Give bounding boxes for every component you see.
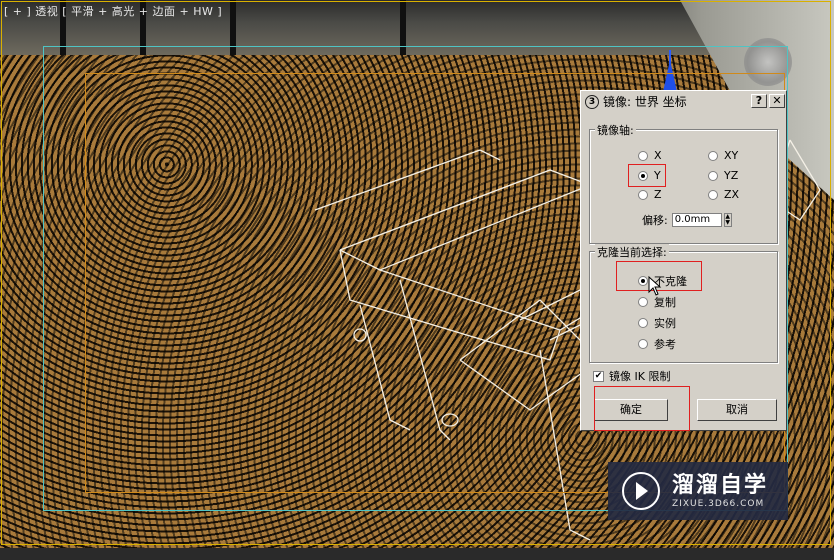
radio-button-selected[interactable] bbox=[638, 276, 648, 286]
mirror-ik-checkbox[interactable]: ✔ bbox=[593, 370, 604, 382]
clone-selection-title: 克隆当前选择: bbox=[595, 244, 669, 260]
radio-label: ZX bbox=[724, 188, 740, 201]
radio-label: 实例 bbox=[654, 317, 676, 330]
radio-reference[interactable]: 参考 bbox=[638, 336, 676, 352]
radio-button[interactable] bbox=[638, 150, 648, 161]
radio-label: X bbox=[654, 149, 662, 162]
radio-axis-xy[interactable]: XY bbox=[708, 149, 738, 162]
viewcube-icon[interactable] bbox=[744, 38, 792, 86]
radio-axis-z[interactable]: Z bbox=[638, 188, 662, 201]
window-post bbox=[400, 0, 406, 55]
radio-button-selected[interactable] bbox=[638, 170, 648, 181]
radio-button[interactable] bbox=[638, 318, 648, 328]
dialog-title: 镜像: 世界 坐标 bbox=[603, 95, 687, 109]
gizmo-z-arrow bbox=[663, 60, 677, 92]
watermark-url: ZIXUE.3D66.COM bbox=[672, 499, 765, 509]
mirror-axis-group: 镜像轴: X Y Z XY YZ ZX 偏移: 0.0mm ▲ ▼ bbox=[589, 122, 778, 244]
radio-axis-zx[interactable]: ZX bbox=[708, 188, 739, 201]
mirror-ik-label: 镜像 IK 限制 bbox=[609, 370, 671, 383]
radio-button[interactable] bbox=[708, 150, 718, 161]
cancel-button[interactable]: 取消 bbox=[697, 399, 777, 421]
radio-axis-y[interactable]: Y bbox=[638, 169, 661, 182]
dialog-titlebar[interactable]: 3 镜像: 世界 坐标 ? ✕ bbox=[583, 93, 785, 110]
radio-button[interactable] bbox=[708, 170, 718, 181]
radio-label: 参考 bbox=[654, 338, 676, 351]
mouse-cursor-icon bbox=[648, 276, 662, 296]
status-bar bbox=[0, 548, 834, 560]
radio-label: 复制 bbox=[654, 296, 676, 309]
radio-copy[interactable]: 复制 bbox=[638, 294, 676, 310]
offset-input[interactable]: 0.0mm bbox=[671, 213, 722, 227]
radio-instance[interactable]: 实例 bbox=[638, 315, 676, 331]
offset-spinner[interactable]: ▲ ▼ bbox=[723, 213, 732, 227]
ok-button[interactable]: 确定 bbox=[594, 399, 668, 421]
viewport-label[interactable]: [ + ] 透视 [ 平滑 + 高光 + 边面 + HW ] bbox=[4, 3, 222, 19]
app-icon: 3 bbox=[585, 94, 599, 109]
radio-label: XY bbox=[724, 149, 739, 162]
offset-label: 偏移: bbox=[642, 214, 668, 227]
transform-gizmo[interactable] bbox=[650, 40, 680, 95]
radio-button[interactable] bbox=[708, 189, 718, 200]
radio-axis-x[interactable]: X bbox=[638, 149, 662, 162]
radio-label: Z bbox=[654, 188, 662, 201]
offset-row: 偏移: 0.0mm ▲ ▼ bbox=[642, 212, 732, 228]
window-post bbox=[230, 0, 236, 55]
mirror-ik-row[interactable]: ✔ 镜像 IK 限制 bbox=[593, 368, 670, 384]
radio-axis-yz[interactable]: YZ bbox=[708, 169, 738, 182]
radio-label: YZ bbox=[724, 169, 739, 182]
radio-button[interactable] bbox=[638, 339, 648, 349]
radio-no-clone[interactable]: 不克隆 bbox=[638, 273, 687, 289]
close-button[interactable]: ✕ bbox=[769, 94, 785, 108]
mirror-dialog: 3 镜像: 世界 坐标 ? ✕ 镜像轴: X Y Z XY YZ ZX 偏移: … bbox=[580, 90, 787, 431]
radio-button[interactable] bbox=[638, 189, 648, 200]
clone-selection-group: 克隆当前选择: 不克隆 复制 实例 参考 bbox=[589, 244, 778, 363]
radio-label: Y bbox=[654, 169, 661, 182]
watermark: 溜溜自学 ZIXUE.3D66.COM bbox=[608, 462, 788, 520]
help-button[interactable]: ? bbox=[751, 94, 767, 108]
watermark-play-icon bbox=[622, 472, 660, 510]
watermark-name: 溜溜自学 bbox=[672, 473, 769, 498]
mirror-axis-title: 镜像轴: bbox=[595, 122, 636, 138]
radio-button[interactable] bbox=[638, 297, 648, 307]
